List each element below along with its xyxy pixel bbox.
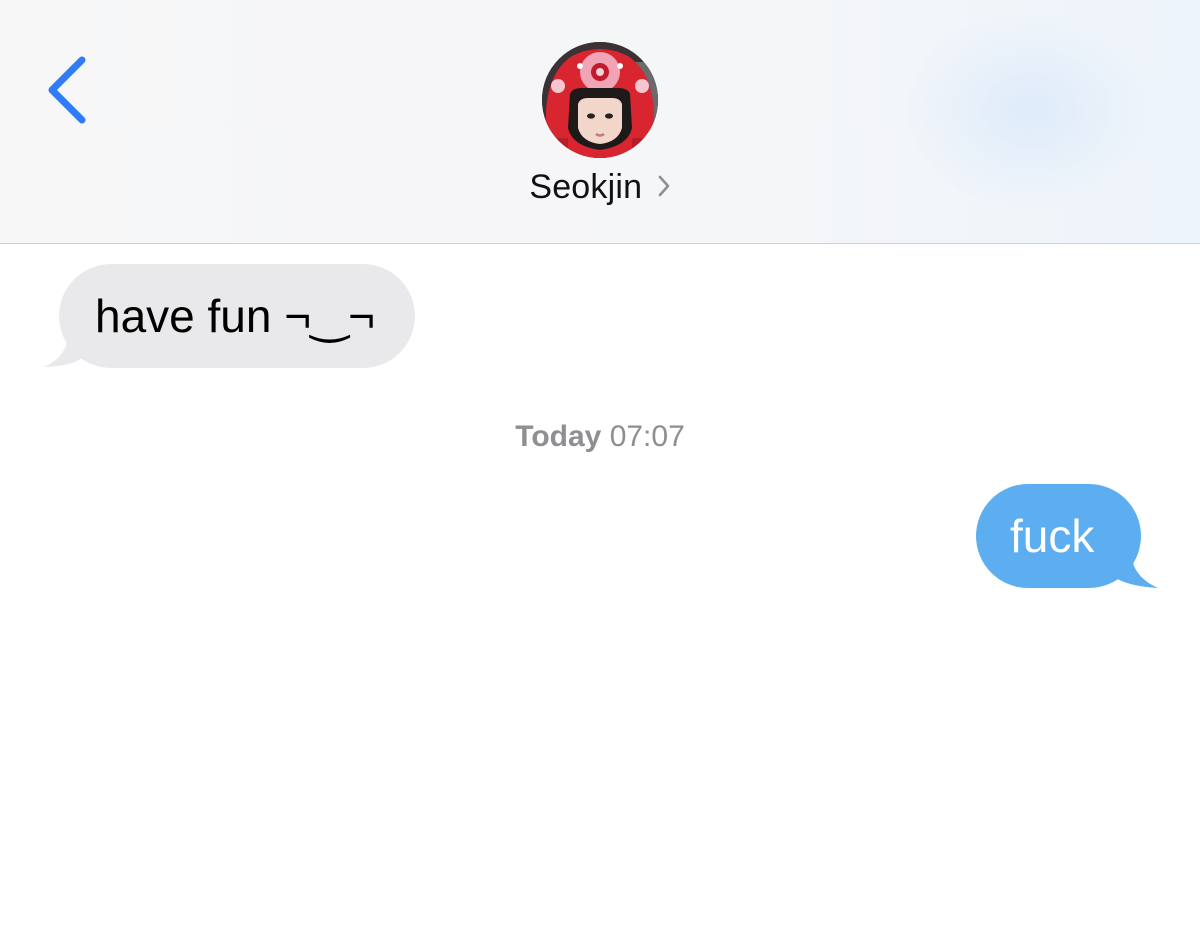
timestamp-day: Today [515,420,602,453]
messages-screen: Seokjin have fun ¬‿¬ Today 07:07 fuck [0,0,1200,929]
contact-avatar[interactable] [542,42,658,158]
contact-name: Seokjin [529,168,643,206]
outgoing-message-bubble[interactable]: fuck [976,484,1141,588]
conversation-header: Seokjin [0,0,1200,244]
message-timestamp: Today 07:07 [0,420,1200,454]
chevron-right-icon [657,174,671,203]
incoming-message-bubble[interactable]: have fun ¬‿¬ [59,264,415,368]
avatar-image [542,42,658,158]
contact-details-link[interactable]: Seokjin [0,168,1200,207]
back-button[interactable] [40,52,100,128]
chevron-left-icon [48,56,86,124]
timestamp-time: 07:07 [609,420,685,453]
